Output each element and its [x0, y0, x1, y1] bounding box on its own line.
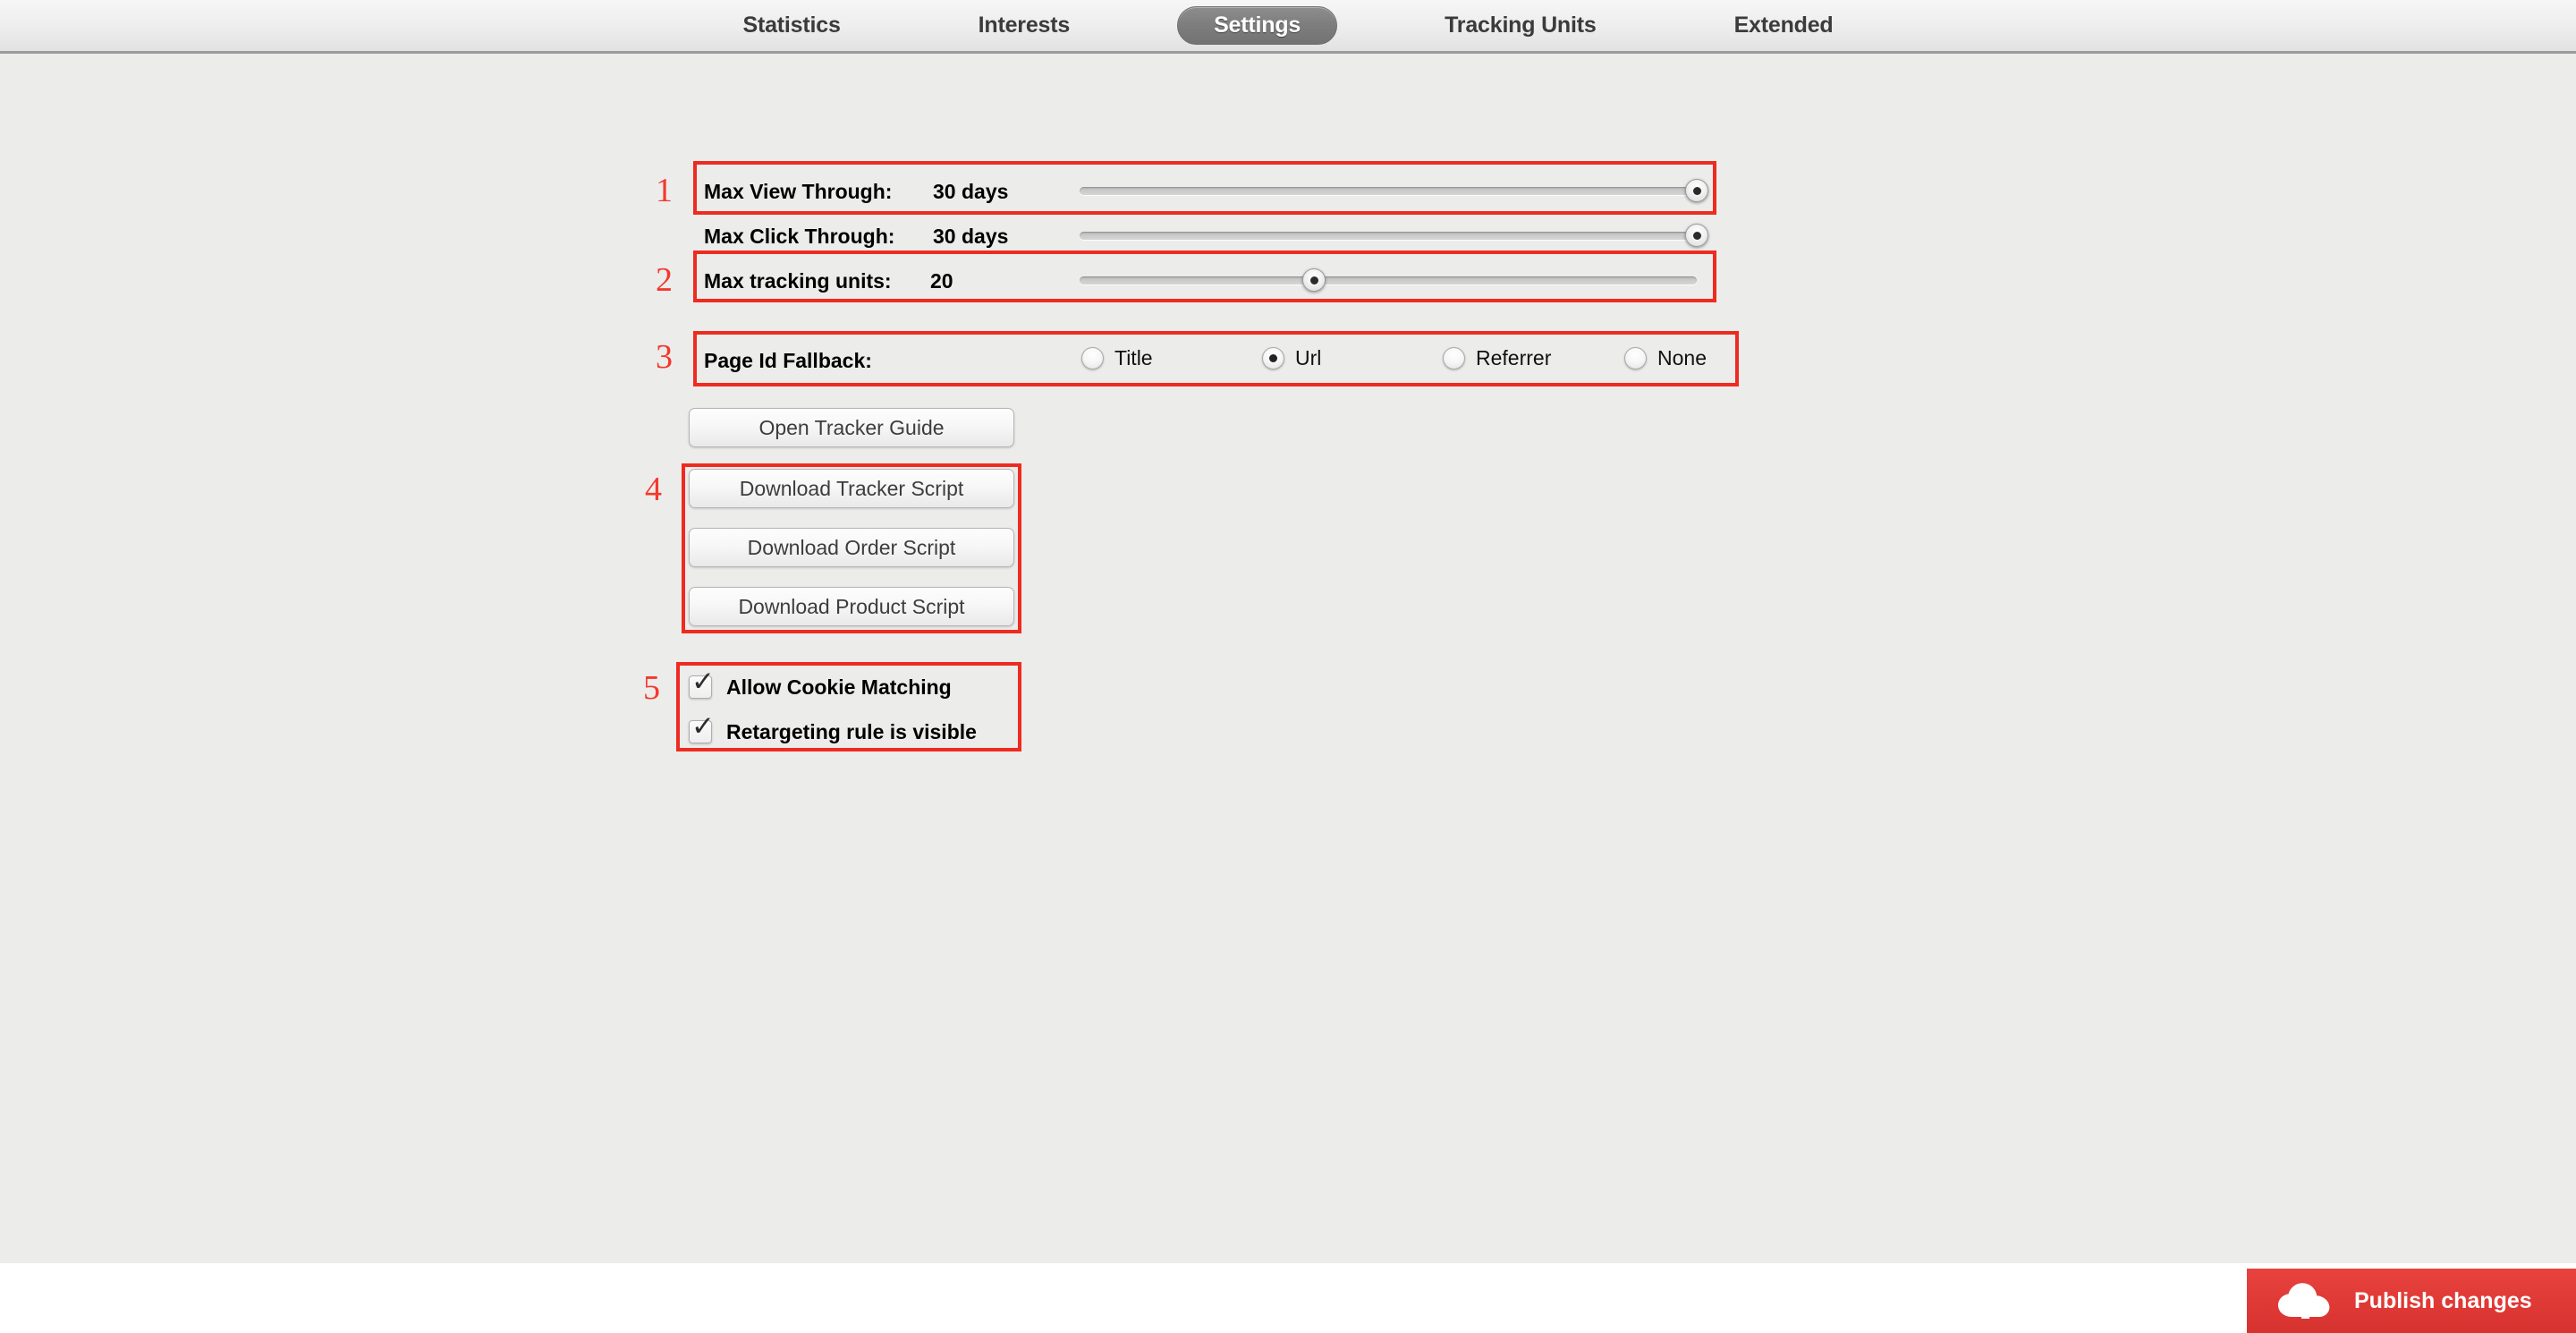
radio-label-url: Url — [1295, 346, 1322, 369]
settings-content: 1 Max View Through: 30 days Max Click Th… — [0, 54, 2576, 1263]
checkbox-label: Retargeting rule is visible — [726, 719, 977, 743]
check-icon: ✓ — [691, 666, 715, 698]
radio-dot-none[interactable] — [1624, 347, 1647, 369]
tab-interests[interactable]: Interests — [948, 6, 1100, 45]
tab-statistics[interactable]: Statistics — [712, 6, 870, 45]
slider-thumb[interactable] — [1685, 224, 1708, 247]
tab-list: Statistics Interests Settings Tracking U… — [0, 0, 2576, 51]
open-tracker-guide-button[interactable]: Open Tracker Guide — [689, 408, 1014, 447]
top-tab-bar: Statistics Interests Settings Tracking U… — [0, 0, 2576, 54]
radio-dot-url[interactable] — [1262, 347, 1284, 369]
annotation-number-1: 1 — [656, 172, 673, 209]
max-tracking-units-label: Max tracking units: — [704, 269, 892, 293]
max-tracking-units-slider[interactable] — [1080, 268, 1697, 292]
slider-track[interactable] — [1080, 276, 1697, 284]
download-product-script-button[interactable]: Download Product Script — [689, 587, 1014, 626]
radio-option-title[interactable]: Title — [1081, 347, 1153, 369]
checkbox-box[interactable]: ✓ — [689, 668, 715, 699]
radio-option-url[interactable]: Url — [1262, 347, 1321, 369]
annotation-number-2: 2 — [656, 261, 673, 299]
tab-extended[interactable]: Extended — [1704, 6, 1864, 45]
max-click-through-slider[interactable] — [1080, 224, 1708, 247]
publish-changes-label: Publish changes — [2354, 1287, 2532, 1313]
radio-dot-referrer[interactable] — [1443, 347, 1465, 369]
radio-option-none[interactable]: None — [1624, 347, 1707, 369]
max-click-through-label: Max Click Through: — [704, 225, 895, 248]
checkbox-retargeting-rule-visible[interactable]: ✓ Retargeting rule is visible — [689, 713, 977, 743]
slider-thumb[interactable] — [1302, 268, 1326, 292]
cloud-upload-icon — [2277, 1281, 2334, 1320]
checkbox-label: Allow Cookie Matching — [726, 675, 952, 699]
radio-label-title: Title — [1114, 346, 1153, 369]
radio-option-referrer[interactable]: Referrer — [1443, 347, 1551, 369]
publish-changes-button[interactable]: Publish changes — [2247, 1269, 2576, 1333]
max-view-through-value: 30 days — [933, 180, 1009, 203]
annotation-number-4: 4 — [645, 471, 662, 508]
tab-settings[interactable]: Settings — [1177, 6, 1338, 45]
tab-tracking-units[interactable]: Tracking Units — [1414, 6, 1626, 45]
radio-label-referrer: Referrer — [1476, 346, 1552, 369]
annotation-number-5: 5 — [643, 669, 660, 707]
max-tracking-units-value: 20 — [930, 269, 953, 293]
check-icon: ✓ — [691, 710, 715, 743]
slider-track[interactable] — [1080, 187, 1697, 195]
annotation-number-3: 3 — [656, 338, 673, 376]
application-window: Statistics Interests Settings Tracking U… — [0, 0, 2576, 1263]
checkbox-box[interactable]: ✓ — [689, 713, 715, 743]
slider-thumb[interactable] — [1685, 179, 1708, 202]
radio-label-none: None — [1657, 346, 1707, 369]
max-view-through-slider[interactable] — [1080, 179, 1708, 202]
download-tracker-script-button[interactable]: Download Tracker Script — [689, 469, 1014, 508]
page-id-fallback-label: Page Id Fallback: — [704, 349, 872, 372]
checkbox-allow-cookie-matching[interactable]: ✓ Allow Cookie Matching — [689, 668, 952, 699]
max-click-through-value: 30 days — [933, 225, 1009, 248]
slider-track[interactable] — [1080, 232, 1697, 240]
radio-dot-title[interactable] — [1081, 347, 1104, 369]
download-order-script-button[interactable]: Download Order Script — [689, 528, 1014, 567]
max-view-through-label: Max View Through: — [704, 180, 893, 203]
